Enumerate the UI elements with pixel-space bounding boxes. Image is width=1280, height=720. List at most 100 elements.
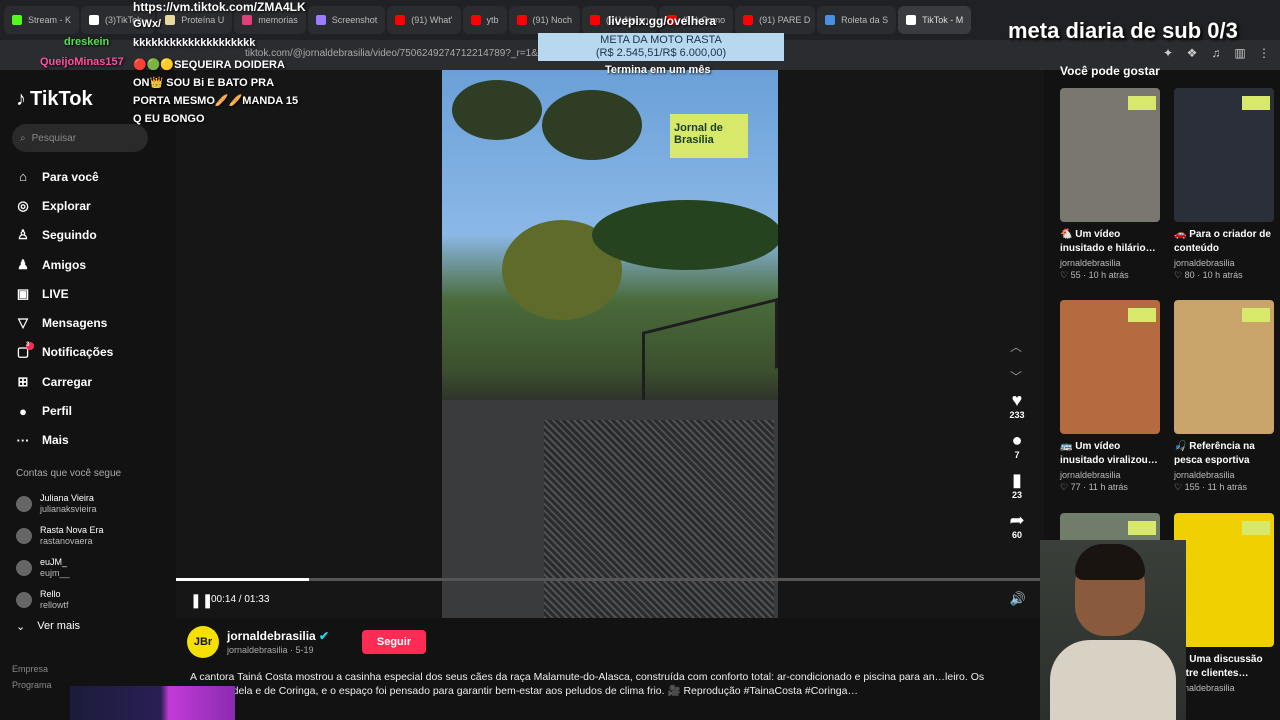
recommendation-author[interactable]: jornaldebrasilia <box>1174 470 1274 480</box>
donation-goal-value: (R$ 2.545,51/R$ 6.000,00) <box>595 47 727 59</box>
tab-favicon-icon <box>165 15 176 25</box>
like-count: 233 <box>1009 410 1025 420</box>
following-account[interactable]: euJM_ eujm__ <box>16 552 104 584</box>
recommendation-thumbnail[interactable] <box>1060 300 1160 434</box>
sidebar-item-messages[interactable]: ▽ Mensagens <box>16 308 113 337</box>
compass-icon: ◎ <box>17 197 29 213</box>
pause-icon[interactable]: ❚❚ <box>190 592 213 609</box>
browser-tab[interactable]: ytb <box>462 6 507 34</box>
avatar <box>16 560 32 576</box>
author-sub: jornaldebrasilia · 5-19 <box>227 645 314 655</box>
sidebar-item-friends[interactable]: ♟ Amigos <box>16 250 113 279</box>
recommendation-author[interactable]: jornaldebrasilia <box>1060 470 1160 480</box>
tab-label: (91) Noch <box>532 15 573 25</box>
sidebar: ♪ TikTok ⌕ Pesquisar ⌂ Para você ◎ Explorar… <box>0 70 172 720</box>
author-avatar[interactable]: JBr <box>187 626 219 658</box>
following-account[interactable]: Rasta Nova Era rastanovaera <box>16 520 104 552</box>
recommendation-thumbnail[interactable] <box>1174 88 1274 222</box>
recommendation-title[interactable]: 📦 Uma discussão entre clientes… <box>1174 653 1274 681</box>
see-more-button[interactable]: ⌄ Ver mais <box>16 620 80 633</box>
browser-tab[interactable]: TikTok - M <box>898 6 972 34</box>
tiktok-logo[interactable]: ♪ TikTok <box>16 88 93 111</box>
search-input[interactable]: ⌕ Pesquisar <box>12 124 148 152</box>
account-names: Rello rellowtf <box>40 589 69 611</box>
browser-tab[interactable]: Screenshot <box>307 6 386 34</box>
account-names: Juliana Vieira julianaksvieira <box>40 493 97 515</box>
palm-tree-shape <box>542 90 642 160</box>
sidebar-item-notifications[interactable]: ▢ 3 Notificações <box>16 338 113 367</box>
overlay-link-tail: GWx/ <box>133 18 162 30</box>
recommendation-title[interactable]: 🐔 Um vídeo inusitado e hilário… <box>1060 228 1160 256</box>
chat-message-1: kkkkkkkkkkkkkkkkkkkk <box>133 37 256 49</box>
like-button[interactable]: ♥ 233 <box>1000 390 1034 420</box>
recommendation-author[interactable]: jornaldebrasilia <box>1174 683 1274 693</box>
recommendation-card[interactable]: 🚌 Um vídeo inusitado viralizou… jornaldeb… <box>1060 300 1160 493</box>
sidebar-item-live[interactable]: ▣ LIVE <box>16 279 113 308</box>
progress-bar[interactable] <box>176 578 1044 581</box>
recommendation-thumbnail[interactable] <box>1174 300 1274 434</box>
sidebar-item-upload[interactable]: ⊞ Carregar <box>16 367 113 396</box>
sub-goal-overlay: meta diaria de sub 0/3 <box>1008 18 1238 43</box>
browser-tab[interactable]: (91) PARE D <box>735 6 816 34</box>
sidebar-item-more[interactable]: ··· Mais <box>16 426 113 455</box>
recommendation-card[interactable]: 📦 Uma discussão entre clientes… jornaldeb… <box>1174 513 1274 695</box>
following-account[interactable]: Rello rellowtf <box>16 584 104 616</box>
recommendation-title[interactable]: 🚌 Um vídeo inusitado viralizou… <box>1060 440 1160 468</box>
comment-button[interactable]: ● 7 <box>1000 430 1034 460</box>
notification-badge: 3 <box>26 341 34 350</box>
share-button[interactable]: ➦ 60 <box>1000 510 1034 540</box>
sidebar-item-profile[interactable]: ● Perfil <box>16 396 113 425</box>
follow-button[interactable]: Seguir <box>362 630 426 654</box>
sidebar-item-home[interactable]: ⌂ Para você <box>16 162 113 191</box>
sidebar-item-label: LIVE <box>42 286 69 301</box>
sidebar-item-label: Para você <box>42 169 99 184</box>
recommendation-title[interactable]: 🎣 Referência na pesca esportiva no… <box>1174 440 1274 468</box>
footer-programa-link[interactable]: Programa <box>12 680 52 690</box>
sidebar-icon[interactable]: ▥ <box>1232 46 1248 60</box>
save-button[interactable]: ▮ 23 <box>1000 470 1034 500</box>
tab-label: (91) What' <box>411 15 453 25</box>
volume-icon[interactable]: 🔊 <box>1010 591 1026 607</box>
puzzle-icon[interactable]: ❖ <box>1184 46 1200 60</box>
recommendation-card[interactable]: 🚗 Para o criador de conteúdo Henrique… jo… <box>1174 88 1274 281</box>
music-icon[interactable]: ♫ <box>1208 46 1224 60</box>
jornal-watermark: Jornal de Brasília <box>670 114 748 158</box>
recommendation-thumbnail[interactable] <box>1174 513 1274 647</box>
sidebar-item-label: Explorar <box>42 198 91 213</box>
recommendation-author[interactable]: jornaldebrasilia <box>1060 258 1160 268</box>
recommendation-author[interactable]: jornaldebrasilia <box>1174 258 1274 268</box>
sidebar-item-following[interactable]: ♙ Seguindo <box>16 221 113 250</box>
webcam-person-shirt <box>1050 640 1176 720</box>
following-icon: ♙ <box>17 227 29 243</box>
extension-icon[interactable]: ✦ <box>1160 46 1176 60</box>
footer-empresa-link[interactable]: Empresa <box>12 664 48 674</box>
video-frame[interactable]: Jornal de Brasília <box>442 70 778 618</box>
avatar <box>16 592 32 608</box>
recommendation-card[interactable]: 🎣 Referência na pesca esportiva no… jorna… <box>1174 300 1274 493</box>
comment-count: 7 <box>1014 450 1020 460</box>
chevron-up-icon[interactable]: ︿ <box>1010 332 1022 362</box>
recommendation-card[interactable]: 🐔 Um vídeo inusitado e hilário… jornaldeb… <box>1060 88 1160 281</box>
browser-tab[interactable]: Stream - K <box>4 6 80 34</box>
menu-icon[interactable]: ⋮ <box>1256 46 1272 60</box>
avatar <box>16 496 32 512</box>
recommendation-meta: ♡ 55 · 10 h atrás <box>1060 270 1129 280</box>
recommendation-thumbnail[interactable] <box>1060 88 1160 222</box>
browser-tab[interactable]: Roleta da S <box>817 6 897 34</box>
browser-tab[interactable]: (91) What' <box>387 6 461 34</box>
profile-icon: ● <box>19 403 27 419</box>
chevron-down-icon[interactable]: ﹀ <box>1010 362 1022 392</box>
sidebar-item-label: Amigos <box>42 257 87 272</box>
sidebar-item-compass[interactable]: ◎ Explorar <box>16 191 113 220</box>
tab-favicon-icon <box>743 15 754 25</box>
author-name[interactable]: jornaldebrasilia ✔ <box>227 629 329 643</box>
recommendation-title[interactable]: 🚗 Para o criador de conteúdo Henrique… <box>1174 228 1274 256</box>
main-nav: ⌂ Para você ◎ Explorar ♙ Seguindo ♟ Amigos ▣ LIVE… <box>16 162 114 455</box>
browser-tab[interactable]: (91) Noch <box>508 6 581 34</box>
tab-favicon-icon <box>315 15 326 25</box>
messages-icon: ▽ <box>18 315 28 331</box>
mesh-fence-shape <box>544 420 774 618</box>
account-name: euJM_ <box>40 557 68 567</box>
following-account[interactable]: Juliana Vieira julianaksvieira <box>16 488 104 520</box>
video-player[interactable]: Jornal de Brasília ︿ ﹀ ❚❚ 00:14 / 01:33 … <box>176 70 1044 618</box>
